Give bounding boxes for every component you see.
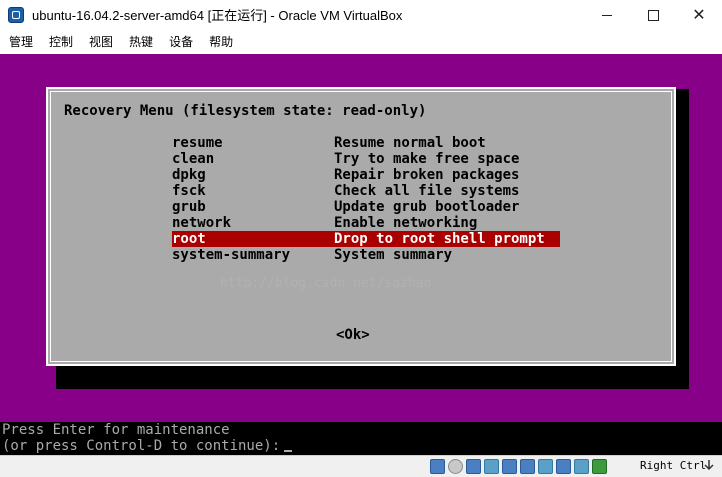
close-button[interactable]: ✕: [676, 0, 722, 31]
video-capture-icon[interactable]: [538, 459, 553, 474]
ok-button[interactable]: <Ok>: [336, 327, 370, 343]
maximize-button[interactable]: [630, 0, 676, 31]
menu-control[interactable]: 控制: [41, 31, 81, 53]
option-dpkg[interactable]: dpkg Repair broken packages: [172, 167, 560, 183]
dialog-title: Recovery Menu (filesystem state: read-on…: [64, 103, 427, 119]
console-line-1: Press Enter for maintenance: [2, 422, 230, 438]
network-icon[interactable]: [466, 459, 481, 474]
option-grub[interactable]: grub Update grub bootloader: [172, 199, 560, 215]
option-description: System summary: [334, 247, 453, 263]
menu-devices[interactable]: 设备: [161, 31, 201, 53]
menu-hotkeys[interactable]: 热键: [121, 31, 161, 53]
option-key: system-summary: [172, 247, 291, 263]
mouse-integration-icon[interactable]: [592, 459, 607, 474]
option-description: Resume normal boot: [334, 135, 486, 151]
window-title: ubuntu-16.04.2-server-amd64 [正在运行] - Ora…: [32, 8, 403, 23]
cpu-icon[interactable]: [574, 459, 589, 474]
option-root-selected[interactable]: root Drop to root shell prompt: [172, 231, 560, 247]
minimize-icon: [602, 15, 612, 16]
virtualbox-icon: [8, 7, 24, 23]
option-key: fsck: [172, 183, 206, 199]
option-network[interactable]: network Enable networking: [172, 215, 560, 231]
option-description: Repair broken packages: [334, 167, 520, 183]
option-key: grub: [172, 199, 206, 215]
option-description: Update grub bootloader: [334, 199, 520, 215]
display-icon[interactable]: [520, 459, 535, 474]
watermark: http://blog.csdn.net/sqzhao: [220, 276, 432, 291]
console-output[interactable]: Press Enter for maintenance (or press Co…: [0, 422, 722, 455]
optical-drive-icon[interactable]: [448, 459, 463, 474]
text-cursor: [284, 450, 293, 452]
option-description: Drop to root shell prompt: [334, 231, 545, 247]
option-clean[interactable]: clean Try to make free space: [172, 151, 560, 167]
hard-disk-icon[interactable]: [430, 459, 445, 474]
device-status-icons: [430, 459, 607, 474]
option-description: Enable networking: [334, 215, 478, 231]
option-description: Check all file systems: [334, 183, 520, 199]
console-line-2: (or press Control-D to continue):: [2, 438, 293, 454]
maximize-icon: [647, 10, 659, 21]
menu-view[interactable]: 视图: [81, 31, 121, 53]
usb-icon[interactable]: [484, 459, 499, 474]
option-key: root: [172, 231, 206, 247]
option-key: network: [172, 215, 232, 231]
vm-display[interactable]: Recovery Menu (filesystem state: read-on…: [0, 54, 722, 422]
option-key: dpkg: [172, 167, 206, 183]
option-resume[interactable]: resume Resume normal boot: [172, 135, 560, 151]
host-key-label: Right Ctrl: [640, 459, 707, 472]
option-system-summary[interactable]: system-summary System summary: [172, 247, 560, 263]
recovery-options-list: resume Resume normal boot clean Try to m…: [172, 135, 560, 263]
option-key: resume: [172, 135, 223, 151]
minimize-button[interactable]: [584, 0, 630, 31]
recording-icon[interactable]: [556, 459, 571, 474]
option-description: Try to make free space: [334, 151, 520, 167]
status-bar: Right Ctrl: [0, 455, 722, 477]
shared-folders-icon[interactable]: [502, 459, 517, 474]
console-prompt: (or press Control-D to continue):: [2, 438, 281, 454]
close-icon: ✕: [692, 6, 706, 24]
recovery-menu-dialog: Recovery Menu (filesystem state: read-on…: [46, 87, 676, 366]
menu-bar: 管理 控制 视图 热键 设备 帮助: [0, 31, 722, 53]
arrow-down-icon: [704, 460, 714, 471]
menu-manage[interactable]: 管理: [0, 31, 41, 53]
title-bar: ubuntu-16.04.2-server-amd64 [正在运行] - Ora…: [0, 0, 722, 32]
menu-help[interactable]: 帮助: [201, 31, 241, 53]
option-fsck[interactable]: fsck Check all file systems: [172, 183, 560, 199]
option-key: clean: [172, 151, 215, 167]
